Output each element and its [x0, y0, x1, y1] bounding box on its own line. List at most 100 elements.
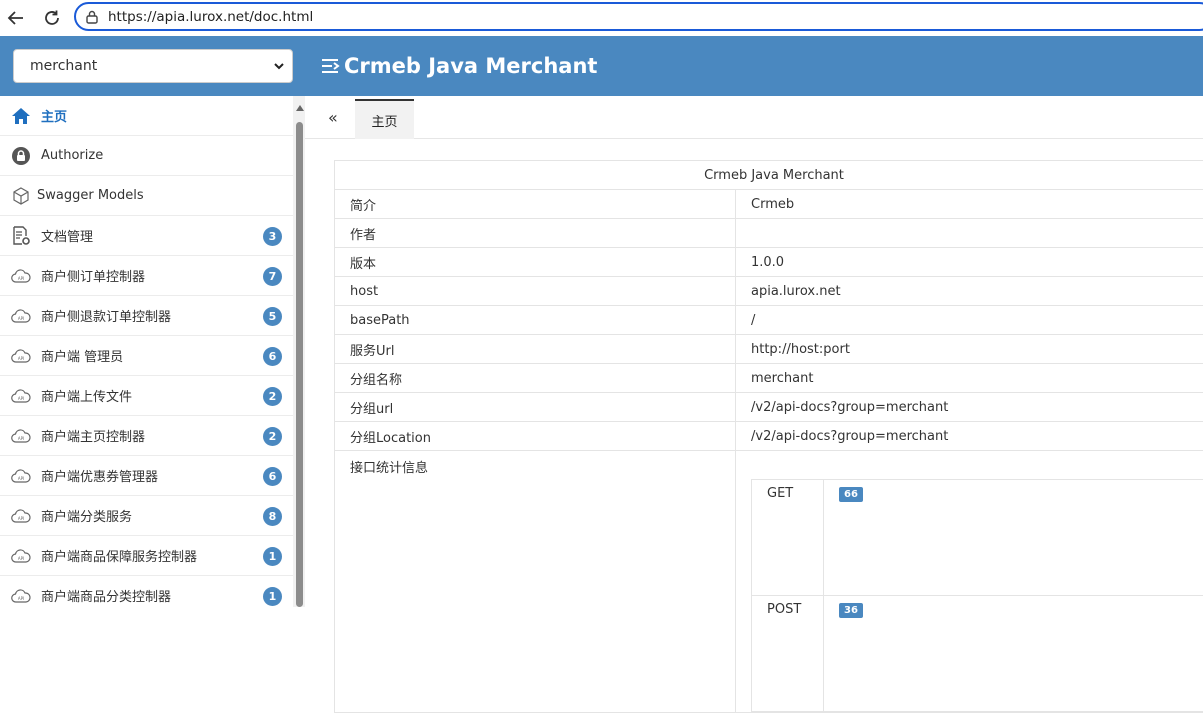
url-text: https://apia.lurox.net/doc.html — [108, 9, 313, 25]
sidebar-item-authorize[interactable]: Authorize — [0, 136, 293, 176]
api-cloud-icon: API — [10, 546, 32, 566]
count-badge: 5 — [263, 307, 282, 326]
doc-info-table: Crmeb Java Merchant 简介Crmeb 作者 版本1.0.0 h… — [334, 160, 1203, 713]
table-row: 版本1.0.0 — [335, 248, 1203, 277]
home-icon — [10, 106, 32, 126]
count-badge: 2 — [263, 427, 282, 446]
method-stats-table: GET 66 POST 36 — [751, 479, 1203, 712]
api-cloud-icon: API — [10, 466, 32, 486]
sidebar-item-api-group[interactable]: API 商户侧退款订单控制器 5 — [0, 296, 293, 336]
count-badge: 6 — [263, 467, 282, 486]
address-bar[interactable]: https://apia.lurox.net/doc.html — [74, 2, 1203, 31]
sidebar-item-label: 商户端上传文件 — [41, 386, 132, 405]
stats-cell: GET 66 POST 36 — [736, 451, 1203, 713]
group-select[interactable]: merchant — [13, 49, 293, 83]
sidebar-item-api-group[interactable]: API 商户端商品保障服务控制器 1 — [0, 536, 293, 576]
app-title-text: Crmeb Java Merchant — [344, 54, 597, 78]
svg-text:API: API — [18, 556, 24, 561]
count-badge: 1 — [263, 587, 282, 606]
stats-label: 接口统计信息 — [335, 451, 736, 713]
doc-settings-icon — [10, 226, 32, 246]
sidebar: 主页 Authorize Swagger Models 文档管理 3 API 商… — [0, 96, 293, 607]
api-cloud-icon: API — [10, 306, 32, 326]
table-row: 简介Crmeb — [335, 190, 1203, 219]
cube-icon — [10, 186, 32, 206]
method-name: GET — [752, 480, 824, 596]
svg-text:API: API — [18, 596, 24, 601]
method-name: POST — [752, 596, 824, 712]
sidebar-item-doc-manage[interactable]: 文档管理 3 — [0, 216, 293, 256]
table-row: POST 36 — [752, 596, 1203, 712]
row-key: 简介 — [335, 190, 736, 219]
doc-title-row: Crmeb Java Merchant — [335, 161, 1203, 190]
sidebar-item-home[interactable]: 主页 — [0, 96, 293, 136]
row-key: 版本 — [335, 248, 736, 277]
scroll-up-arrow-icon[interactable] — [296, 105, 304, 111]
tab-bar: « 主页 — [305, 96, 1203, 139]
collapse-sidebar-button[interactable]: « — [328, 108, 338, 127]
table-row: 服务Urlhttp://host:port — [335, 335, 1203, 364]
sidebar-item-api-group[interactable]: API 商户端商品分类控制器 1 — [0, 576, 293, 607]
row-value: http://host:port — [736, 335, 1203, 364]
row-value — [736, 219, 1203, 248]
sidebar-item-label: 商户端分类服务 — [41, 506, 132, 525]
back-button[interactable] — [2, 4, 30, 32]
tab-home[interactable]: 主页 — [355, 99, 414, 139]
count-badge: 1 — [263, 547, 282, 566]
browser-toolbar: https://apia.lurox.net/doc.html — [0, 0, 1203, 36]
sidebar-item-label: 商户侧退款订单控制器 — [41, 306, 171, 325]
svg-text:API: API — [18, 396, 24, 401]
count-badge: 36 — [839, 603, 863, 618]
sidebar-item-label: 文档管理 — [41, 226, 93, 245]
sidebar-item-label: 商户端 管理员 — [41, 346, 123, 365]
api-cloud-icon: API — [10, 346, 32, 366]
count-badge: 3 — [263, 227, 282, 246]
doc-title: Crmeb Java Merchant — [335, 161, 1203, 190]
row-value: Crmeb — [736, 190, 1203, 219]
svg-text:API: API — [18, 516, 24, 521]
menu-fold-icon[interactable] — [320, 56, 340, 76]
row-value: / — [736, 306, 1203, 335]
sidebar-item-label: Authorize — [41, 148, 103, 163]
sidebar-item-api-group[interactable]: API 商户侧订单控制器 7 — [0, 256, 293, 296]
sidebar-item-api-group[interactable]: API 商户端上传文件 2 — [0, 376, 293, 416]
sidebar-item-api-group[interactable]: API 商户端分类服务 8 — [0, 496, 293, 536]
table-row: GET 66 — [752, 480, 1203, 596]
lock-icon — [10, 146, 32, 166]
table-row: 分组url/v2/api-docs?group=merchant — [335, 393, 1203, 422]
row-key: 服务Url — [335, 335, 736, 364]
sidebar-scroll-thumb[interactable] — [296, 122, 303, 607]
row-key: 分组Location — [335, 422, 736, 451]
api-cloud-icon: API — [10, 506, 32, 526]
table-row: hostapia.lurox.net — [335, 277, 1203, 306]
svg-text:API: API — [18, 276, 24, 281]
sidebar-item-api-group[interactable]: API 商户端主页控制器 2 — [0, 416, 293, 456]
api-cloud-icon: API — [10, 266, 32, 286]
api-cloud-icon: API — [10, 426, 32, 446]
sidebar-item-label: 商户端主页控制器 — [41, 426, 145, 445]
count-badge: 8 — [263, 507, 282, 526]
row-value: /v2/api-docs?group=merchant — [736, 393, 1203, 422]
svg-text:API: API — [18, 316, 24, 321]
chevron-down-icon — [272, 59, 286, 73]
row-key: basePath — [335, 306, 736, 335]
count-badge: 66 — [839, 487, 863, 502]
table-row: 作者 — [335, 219, 1203, 248]
api-cloud-icon: API — [10, 586, 32, 606]
sidebar-item-label: 商户端优惠券管理器 — [41, 466, 158, 485]
count-badge: 6 — [263, 347, 282, 366]
row-key: 作者 — [335, 219, 736, 248]
sidebar-item-api-group[interactable]: API 商户端优惠券管理器 6 — [0, 456, 293, 496]
method-count-cell: 36 — [824, 596, 1203, 712]
stats-row: 接口统计信息 GET 66 POST 36 — [335, 451, 1203, 713]
sidebar-item-label: 商户侧订单控制器 — [41, 266, 145, 285]
sidebar-item-label: 商户端商品保障服务控制器 — [41, 546, 197, 565]
svg-text:API: API — [18, 356, 24, 361]
sidebar-item-api-group[interactable]: API 商户端 管理员 6 — [0, 336, 293, 376]
reload-button[interactable] — [38, 4, 66, 32]
reload-icon — [43, 9, 61, 27]
group-select-value: merchant — [30, 58, 97, 74]
sidebar-item-swagger-models[interactable]: Swagger Models — [0, 176, 293, 216]
table-row: basePath/ — [335, 306, 1203, 335]
svg-text:API: API — [18, 476, 24, 481]
